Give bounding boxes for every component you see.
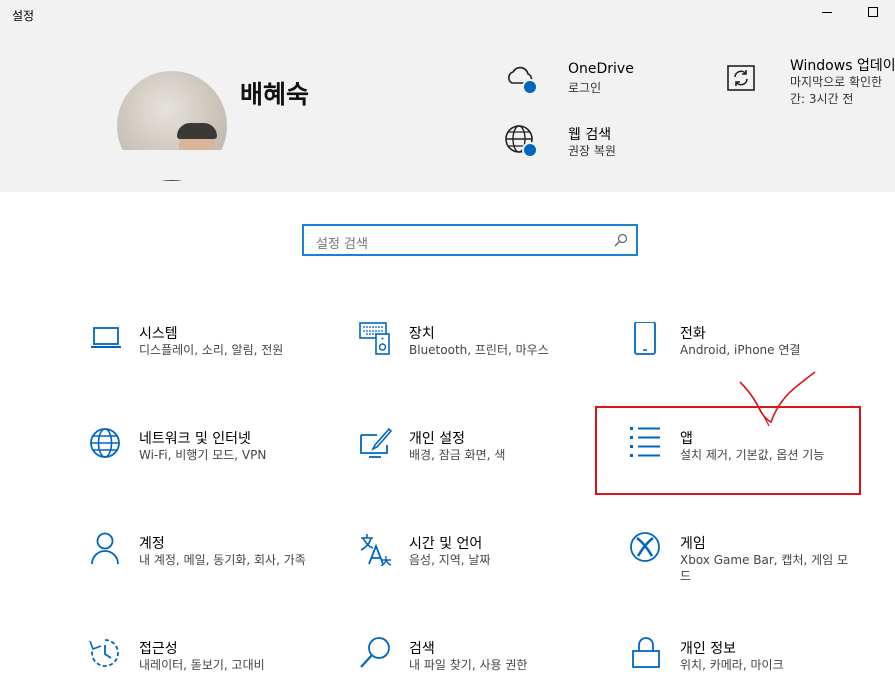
category-title: 계정 [139,536,165,552]
category-devices[interactable]: 장치 Bluetooth, 프린터, 마우스 [359,322,609,402]
category-subtitle: Bluetooth, 프린터, 마우스 [409,343,549,357]
category-network[interactable]: 네트워크 및 인터넷 Wi-Fi, 비행기 모드, VPN [89,427,339,507]
accessibility-icon [89,639,119,667]
maximize-icon [868,7,878,17]
category-title: 장치 [409,326,435,342]
onedrive-subtitle: 로그인 [568,81,602,95]
search-icon [360,637,390,668]
web-search-status[interactable]: 웹 검색 권장 복원 [504,124,704,164]
category-title: 시스템 [139,326,178,342]
search-placeholder: 설정 검색 [316,237,368,252]
category-subtitle: 내 파일 찾기, 사용 권한 [409,658,528,672]
category-accessibility[interactable]: 접근성 내레이터, 돋보기, 고대비 [89,637,339,687]
status-badge [522,142,538,158]
time-language-icon [360,534,392,566]
category-subtitle: Xbox Game Bar, 캡처, 게임 모드 [680,553,849,583]
window-title: 설정 [12,9,35,23]
minimize-button[interactable] [804,0,850,30]
category-title: 개인 설정 [409,431,465,447]
category-title: 네트워크 및 인터넷 [139,431,251,447]
windows-update-title: Windows 업데이 [790,58,895,74]
category-title: 검색 [409,641,435,657]
category-subtitle: 내레이터, 돋보기, 고대비 [139,658,265,672]
user-name: 배혜숙 [240,80,310,109]
minimize-icon [822,11,832,13]
category-title: 시간 및 언어 [409,536,483,552]
category-gaming[interactable]: 게임 Xbox Game Bar, 캡처, 게임 모드 [630,532,880,612]
category-system[interactable]: 시스템 디스플레이, 소리, 알림, 전원 [89,322,339,402]
category-time-language[interactable]: 시간 및 언어 음성, 지역, 날짜 [359,532,609,612]
lock-icon [632,637,660,668]
category-personalization[interactable]: 개인 설정 배경, 잠금 화면, 색 [359,427,609,507]
category-subtitle: 배경, 잠금 화면, 색 [409,448,506,462]
profile-header: 배혜숙 OneDrive 로그인 웹 검색 권장 복원 Windows 업데이 [0,30,895,192]
category-subtitle: Android, iPhone 연결 [680,343,801,357]
web-search-subtitle: 권장 복원 [568,144,616,158]
category-subtitle: 음성, 지역, 날짜 [409,553,491,567]
person-icon [91,532,119,565]
category-subtitle: 위치, 카메라, 마이크 [680,658,784,672]
annotation-check-mark [739,371,816,427]
personalization-icon [360,427,393,458]
search-icon [614,233,628,247]
web-search-title: 웹 검색 [568,127,612,143]
windows-update-subtitle-line2: 간: 3시간 전 [790,92,854,106]
category-subtitle: 디스플레이, 소리, 알림, 전원 [139,343,284,357]
phone-icon [634,322,656,355]
maximize-button[interactable] [850,0,895,30]
category-title: 접근성 [139,641,178,657]
category-accounts[interactable]: 계정 내 계정, 메일, 동기화, 회사, 가족 [89,532,339,612]
category-title: 개인 정보 [680,641,736,657]
xbox-icon [630,532,660,562]
category-search[interactable]: 검색 내 파일 찾기, 사용 권한 [359,637,609,687]
settings-search-input[interactable]: 설정 검색 [302,224,638,256]
category-title: 전화 [680,326,706,342]
category-privacy[interactable]: 개인 정보 위치, 카메라, 마이크 [630,637,880,687]
category-title: 게임 [680,536,706,552]
windows-update-subtitle-line1: 마지막으로 확인한 [790,75,883,89]
onedrive-status[interactable]: OneDrive 로그인 [504,61,704,101]
status-badge [522,79,538,95]
globe-icon [90,428,120,458]
onedrive-title: OneDrive [568,61,634,77]
sync-icon [727,65,755,91]
windows-update-status[interactable]: Windows 업데이 마지막으로 확인한 간: 3시간 전 [726,55,895,115]
category-subtitle: Wi-Fi, 비행기 모드, VPN [139,448,267,462]
title-bar: 설정 [0,0,895,30]
laptop-icon [91,327,121,348]
category-subtitle: 내 계정, 메일, 동기화, 회사, 가족 [139,553,306,567]
devices-icon [359,322,390,355]
